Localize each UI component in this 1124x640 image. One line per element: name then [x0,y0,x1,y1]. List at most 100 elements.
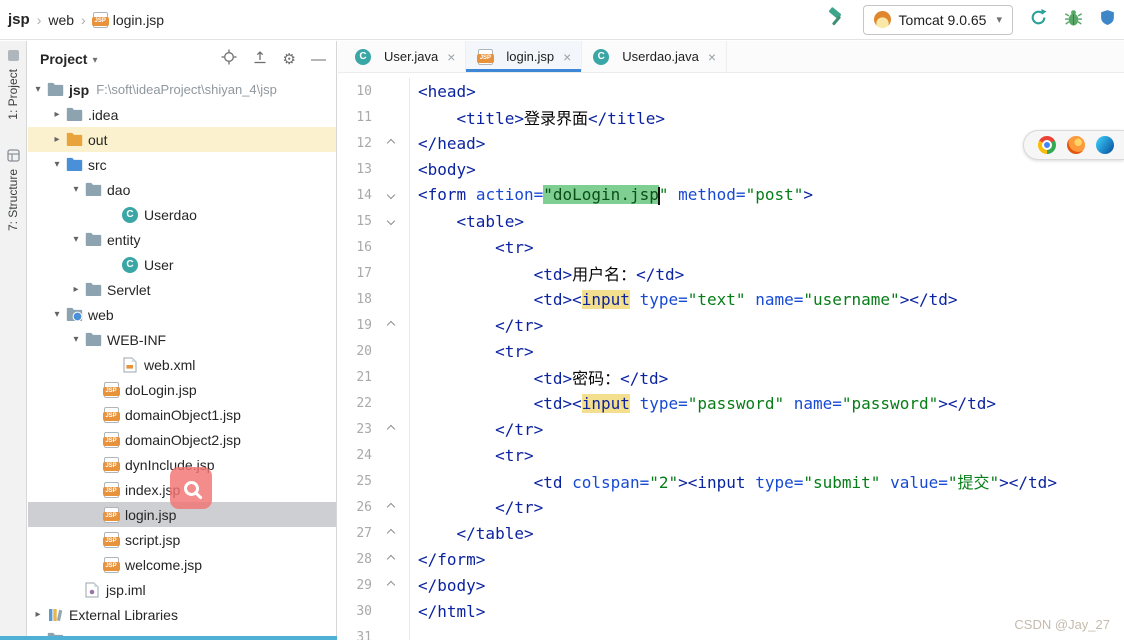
fold-marker-icon[interactable] [386,502,395,512]
fold-marker-icon[interactable] [386,216,395,226]
coverage-shield-icon[interactable] [1099,9,1116,31]
breadcrumb-project[interactable]: jsp [8,11,30,28]
expand-arrow-icon[interactable]: ▸ [49,134,65,145]
debug-bug-icon[interactable] [1064,8,1083,32]
tree-item-domainobject1-jsp[interactable]: JSP domainObject1.jsp [28,402,336,427]
class-icon: C [121,206,139,224]
fold-gutter [372,130,410,156]
code-text: <td><input type="password" name="passwor… [533,393,997,413]
tree-item-src[interactable]: ▾ src [28,152,336,177]
tool-window-button-structure[interactable]: 7: Structure [0,149,26,231]
code-line-14[interactable]: 14 <form action="doLogin.jsp" method="pos… [338,182,1124,208]
tree-item-domainobject2-jsp[interactable]: JSP domainObject2.jsp [28,427,336,452]
fold-gutter [372,546,410,572]
tree-item-out[interactable]: ▸ out [28,127,336,152]
settings-gear-icon[interactable]: ⚙ [283,52,296,67]
code-line-29[interactable]: 29 </body> [338,572,1124,598]
expand-arrow-icon[interactable]: ▾ [68,234,84,245]
tree-item-user[interactable]: C User [28,252,336,277]
tool-window-button-project[interactable]: 1: Project [0,49,26,120]
left-tool-strip: 1: Project 7: Structure [0,41,27,640]
line-number: 21 [356,369,372,385]
rerun-icon[interactable] [1029,8,1048,32]
tree-item-script-jsp[interactable]: JSP script.jsp [28,527,336,552]
tree-item-external-libraries[interactable]: ▸ External Libraries [28,602,336,627]
code-line-12[interactable]: 12 </head> [338,130,1124,156]
fold-marker-icon[interactable] [386,320,395,330]
code-line-23[interactable]: 23 </tr> [338,416,1124,442]
run-configuration-select[interactable]: Tomcat 9.0.65 ▾ [862,4,1013,35]
fold-gutter [372,624,410,640]
fold-gutter [372,312,410,338]
expand-arrow-icon[interactable]: ▾ [49,309,65,320]
code-line-19[interactable]: 19 </tr> [338,312,1124,338]
code-line-25[interactable]: 25 <td colspan="2"><input type="submit" … [338,468,1124,494]
code-line-27[interactable]: 27 </table> [338,520,1124,546]
edge-browser-icon[interactable] [1096,136,1114,154]
hide-panel-icon[interactable]: — [311,52,326,67]
build-hammer-icon[interactable] [825,6,847,33]
main-toolbar: jsp › web › JSP login.jsp Tomcat 9.0.65 … [0,0,1124,40]
expand-arrow-icon[interactable]: ▸ [49,109,65,120]
fold-marker-icon[interactable] [386,138,395,148]
code-line-16[interactable]: 16 <tr> [338,234,1124,260]
breadcrumb-file[interactable]: JSP login.jsp [91,11,164,28]
expand-arrow-icon[interactable]: ▾ [68,184,84,195]
tab-login-jsp[interactable]: JSP login.jsp × [466,41,583,72]
fold-marker-icon[interactable] [386,190,395,200]
tree-item-entity[interactable]: ▾ entity [28,227,336,252]
tree-item-userdao[interactable]: C Userdao [28,202,336,227]
code-line-30[interactable]: 30 </html> [338,598,1124,624]
tab-userdao-java[interactable]: C Userdao.java × [582,41,728,72]
fold-marker-icon[interactable] [386,580,395,590]
fold-gutter [372,156,410,182]
expand-arrow-icon[interactable]: ▾ [49,159,65,170]
code-line-11[interactable]: 11 <title>登录界面</title> [338,104,1124,130]
locate-target-icon[interactable] [221,49,237,70]
code-line-24[interactable]: 24 <tr> [338,442,1124,468]
tree-item-web-inf[interactable]: ▾ WEB-INF [28,327,336,352]
breadcrumb-folder[interactable]: web [48,12,74,28]
tree-item-jsp[interactable]: ▾ jsp F:\soft\ideaProject\shiyan_4\jsp [28,77,336,102]
chevron-down-icon[interactable]: ▾ [92,55,97,66]
tree-item-welcome-jsp[interactable]: JSP welcome.jsp [28,552,336,577]
expand-arrow-icon[interactable]: ▾ [30,84,46,95]
code-line-28[interactable]: 28 </form> [338,546,1124,572]
fold-marker-icon[interactable] [386,424,395,434]
tree-item-jsp-iml[interactable]: jsp.iml [28,577,336,602]
expand-arrow-icon[interactable]: ▸ [68,284,84,295]
code-line-15[interactable]: 15 <table> [338,208,1124,234]
code-editor[interactable]: 10 <head> 11 <title>登录界面</title> 12 </head> 1… [338,74,1124,640]
close-tab-icon[interactable]: × [447,49,455,65]
code-line-21[interactable]: 21 <td>密码：</td> [338,364,1124,390]
expand-arrow-icon[interactable]: ▾ [68,334,84,345]
code-line-13[interactable]: 13 <body> [338,156,1124,182]
close-tab-icon[interactable]: × [708,49,716,65]
tree-item-web[interactable]: ▾ web [28,302,336,327]
tree-item-dologin-jsp[interactable]: JSP doLogin.jsp [28,377,336,402]
close-tab-icon[interactable]: × [563,49,571,65]
collapse-all-icon[interactable] [252,49,268,70]
tree-item-label: domainObject1.jsp [125,406,241,423]
code-line-17[interactable]: 17 <td>用户名：</td> [338,260,1124,286]
code-line-10[interactable]: 10 <head> [338,78,1124,104]
panel-title[interactable]: Project [40,51,87,67]
code-text: <body> [418,159,476,179]
web-folder-icon [65,306,83,324]
tab-user-java[interactable]: C User.java × [344,41,467,72]
code-line-31[interactable]: 31 [338,624,1124,640]
code-line-20[interactable]: 20 <tr> [338,338,1124,364]
firefox-browser-icon[interactable] [1067,136,1085,154]
tree-item--idea[interactable]: ▸ .idea [28,102,336,127]
code-line-22[interactable]: 22 <td><input type="password" name="pass… [338,390,1124,416]
expand-arrow-icon[interactable]: ▸ [30,609,46,620]
tree-item-dao[interactable]: ▾ dao [28,177,336,202]
panel-horizontal-scrollbar[interactable] [0,636,337,640]
tree-item-web-xml[interactable]: web.xml [28,352,336,377]
fold-marker-icon[interactable] [386,528,395,538]
code-line-26[interactable]: 26 </tr> [338,494,1124,520]
code-line-18[interactable]: 18 <td><input type="text" name="username… [338,286,1124,312]
chrome-browser-icon[interactable] [1038,136,1056,154]
fold-marker-icon[interactable] [386,554,395,564]
tree-item-servlet[interactable]: ▸ Servlet [28,277,336,302]
